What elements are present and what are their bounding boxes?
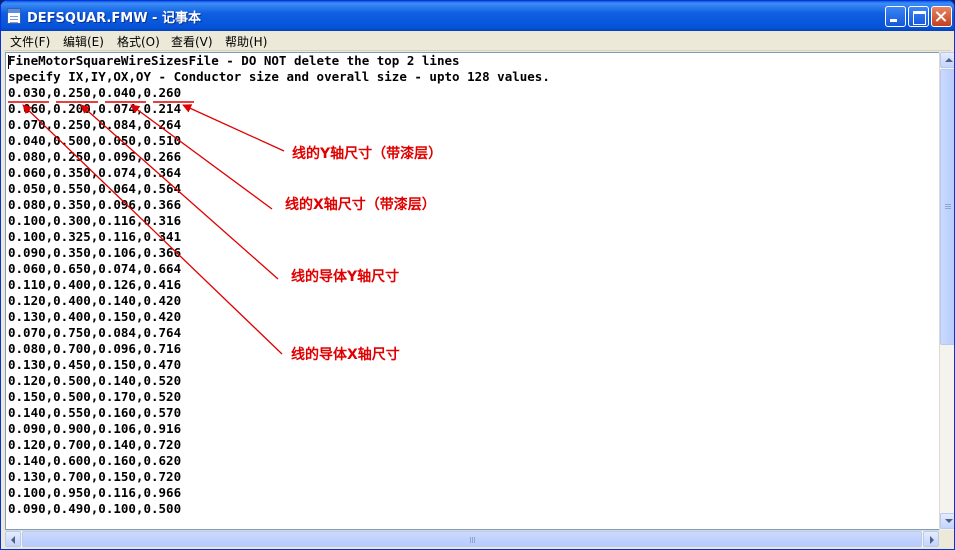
title-bar[interactable]: DEFSQUAR.FMW - 记事本 (1, 1, 954, 31)
text-caret (8, 55, 9, 69)
annotation-y-conductor: 线的导体Y轴尺寸 (291, 269, 400, 285)
horizontal-scrollbar[interactable] (5, 530, 939, 547)
chevron-left-icon (11, 536, 15, 544)
document-text: FineMotorSquareWireSizesFile - DO NOT de… (8, 53, 550, 517)
text-line: FineMotorSquareWireSizesFile - DO NOT de… (8, 53, 460, 68)
text-line: 0.080,0.700,0.096,0.716 (8, 341, 182, 356)
text-line: 0.120,0.400,0.140,0.420 (8, 293, 182, 308)
text-line: 0.140,0.550,0.160,0.570 (8, 405, 182, 420)
horizontal-scroll-thumb[interactable] (22, 531, 922, 547)
text-line: 0.040,0.500,0.050,0.510 (8, 133, 182, 148)
text-line: 0.140,0.600,0.160,0.620 (8, 453, 182, 468)
text-line: 0.060,0.350,0.074,0.364 (8, 165, 182, 180)
text-line: 0.030,0.250,0.040,0.260 (8, 85, 182, 100)
menu-edit[interactable]: 编辑(E) (63, 33, 104, 50)
menu-bar: 文件(F) 编辑(E) 格式(O) 查看(V) 帮助(H) (4, 31, 951, 51)
text-line: 0.130,0.700,0.150,0.720 (8, 469, 182, 484)
annotation-x-conductor: 线的导体X轴尺寸 (291, 347, 400, 363)
menu-file[interactable]: 文件(F) (10, 33, 50, 50)
text-line: 0.090,0.490,0.100,0.500 (8, 501, 182, 516)
annotation-y-coated: 线的Y轴尺寸（带漆层） (292, 146, 443, 162)
scroll-down-button[interactable] (940, 513, 954, 529)
grip-icon (470, 537, 471, 543)
notepad-window: DEFSQUAR.FMW - 记事本 文件(F) 编辑(E) 格式(O) 查看(… (0, 0, 955, 550)
text-line: 0.100,0.325,0.116,0.341 (8, 229, 182, 244)
text-line: 0.130,0.450,0.150,0.470 (8, 357, 182, 372)
text-line: 0.120,0.700,0.140,0.720 (8, 437, 182, 452)
chevron-down-icon (945, 519, 953, 523)
text-line: 0.080,0.350,0.096,0.366 (8, 197, 182, 212)
chevron-right-icon (930, 536, 934, 544)
vertical-scrollbar[interactable] (939, 52, 954, 530)
menu-view[interactable]: 查看(V) (171, 33, 213, 50)
text-line: 0.110,0.400,0.126,0.416 (8, 277, 182, 292)
text-line: 0.060,0.650,0.074,0.664 (8, 261, 182, 276)
minimize-button[interactable] (885, 6, 906, 27)
text-line: 0.090,0.900,0.106,0.916 (8, 421, 182, 436)
menu-help[interactable]: 帮助(H) (225, 33, 267, 50)
scroll-up-button[interactable] (940, 52, 954, 68)
text-line: 0.070,0.750,0.084,0.764 (8, 325, 182, 340)
text-line: 0.150,0.500,0.170,0.520 (8, 389, 182, 404)
scroll-left-button[interactable] (5, 531, 21, 547)
annotation-x-coated: 线的X轴尺寸（带漆层） (285, 197, 436, 213)
text-line: 0.070,0.250,0.084,0.264 (8, 117, 182, 132)
maximize-button[interactable] (908, 6, 929, 27)
text-line: 0.100,0.950,0.116,0.966 (8, 485, 182, 500)
window-title: DEFSQUAR.FMW - 记事本 (27, 11, 201, 26)
text-line: 0.080,0.250,0.096,0.266 (8, 149, 182, 164)
text-editor-area[interactable]: FineMotorSquareWireSizesFile - DO NOT de… (5, 52, 939, 530)
maximize-icon (909, 7, 928, 26)
text-line: 0.090,0.350,0.106,0.366 (8, 245, 182, 260)
scroll-right-button[interactable] (923, 531, 939, 547)
text-line: 0.130,0.400,0.150,0.420 (8, 309, 182, 324)
vertical-scroll-thumb[interactable] (940, 69, 954, 345)
close-button[interactable] (931, 6, 952, 27)
notepad-icon[interactable] (7, 8, 21, 24)
text-line: 0.100,0.300,0.116,0.316 (8, 213, 182, 228)
chevron-up-icon (945, 58, 953, 62)
menu-format[interactable]: 格式(O) (117, 33, 160, 50)
close-icon (932, 7, 951, 26)
text-line: 0.060,0.200,0.074,0.214 (8, 101, 182, 116)
text-line: 0.120,0.500,0.140,0.520 (8, 373, 182, 388)
grip-icon (945, 204, 951, 205)
resize-grip[interactable] (939, 530, 954, 547)
text-line: 0.050,0.550,0.064,0.564 (8, 181, 182, 196)
minimize-icon (886, 7, 905, 26)
text-line: specify IX,IY,OX,OY - Conductor size and… (8, 69, 550, 84)
